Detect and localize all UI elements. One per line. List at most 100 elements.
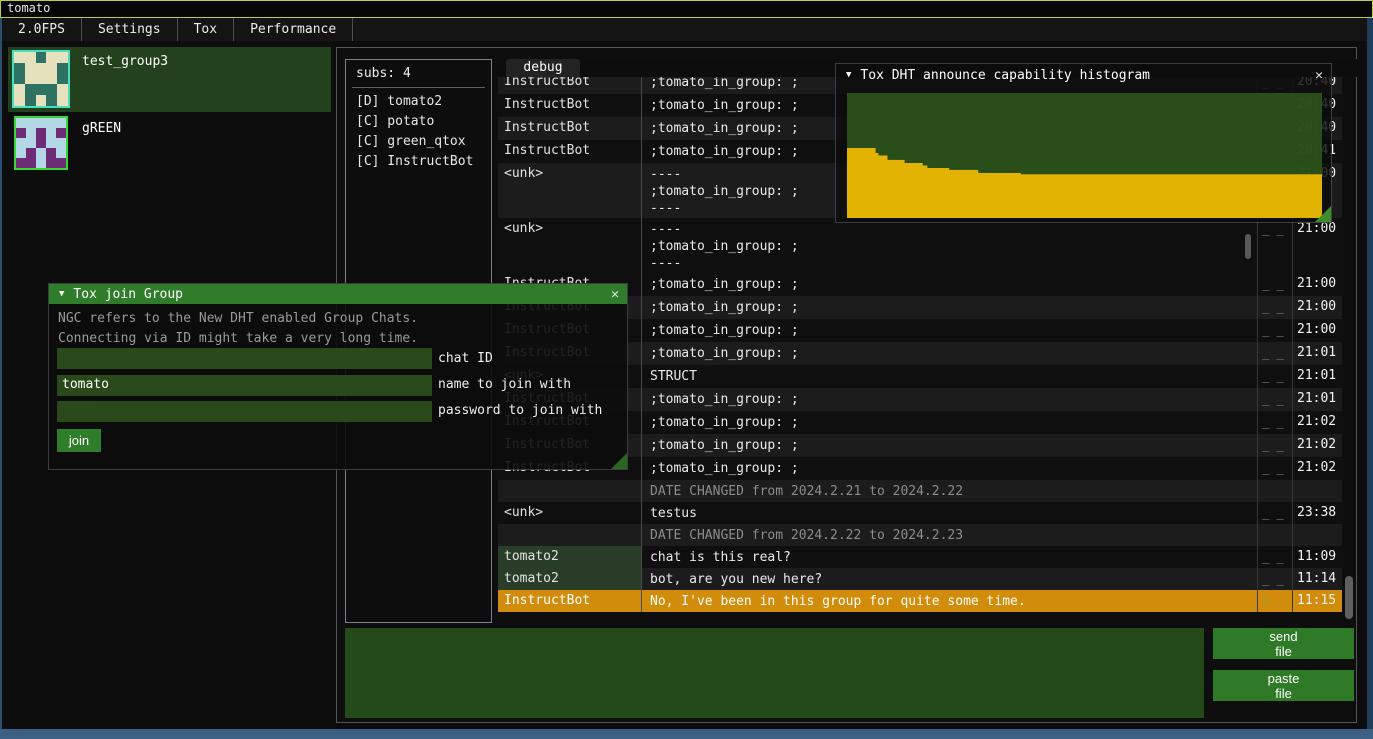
chat-id-field[interactable] [57,348,432,369]
group-avatar [12,50,70,108]
close-icon[interactable]: ✕ [611,287,619,302]
histogram-window-titlebar[interactable]: ▼ Tox DHT announce capability histogram … [836,64,1331,86]
message-text: DATE CHANGED from 2024.2.21 to 2024.2.22 [641,480,1257,502]
join-password-field[interactable] [57,401,432,422]
avatar-pixel [36,95,47,106]
avatar-pixel [46,74,57,85]
avatar-pixel [36,158,46,168]
avatar-pixel [25,74,36,85]
avatar-pixel [26,148,36,158]
subs-member[interactable]: [C] InstructBot [346,152,491,172]
menu-item-tox[interactable]: Tox [178,18,233,41]
avatar-pixel [14,74,25,85]
resize-grip-icon[interactable] [1315,206,1331,222]
message-text: STRUCT [641,365,1257,388]
avatar-pixel [36,84,47,95]
avatar-pixel [56,138,66,148]
avatar-pixel [16,128,26,138]
message-input[interactable] [345,628,1204,718]
message-status: _ _ [1257,502,1292,524]
message-text: ;tomato_in_group: ; [641,342,1257,365]
menu-item-performance[interactable]: Performance [234,18,352,41]
message-line: ;tomato_in_group: ; [650,238,1257,255]
collapse-arrow-icon[interactable]: ▼ [846,70,851,80]
close-icon[interactable]: ✕ [1315,68,1323,83]
avatar-pixel [46,158,56,168]
message-scrollbar-thumb[interactable] [1245,234,1251,259]
subs-member-list: [D] tomato2[C] potato[C] green_qtox[C] I… [346,92,491,172]
avatar-pixel [56,128,66,138]
collapse-arrow-icon[interactable]: ▼ [59,289,64,299]
resize-grip-icon[interactable] [611,453,627,469]
subs-member[interactable]: [C] green_qtox [346,132,491,152]
avatar-pixel [36,118,46,128]
join-window-titlebar[interactable]: ▼ Tox join Group ✕ [49,284,627,304]
avatar-pixel [46,118,56,128]
avatar-pixel [57,84,68,95]
menu-item-settings[interactable]: Settings [82,18,177,41]
histogram-plot-svg [847,93,1322,218]
avatar-pixel [36,138,46,148]
os-window-title: tomato [7,1,50,15]
message-time [1292,480,1342,502]
avatar-pixel [26,158,36,168]
message-time: 21:00 [1292,218,1342,273]
message-line: ;tomato_in_group: ; [650,345,1257,362]
message-time [1292,524,1342,546]
subs-member[interactable]: [D] tomato2 [346,92,491,112]
message-text: testus [641,502,1257,524]
chat-scrollbar-thumb[interactable] [1345,576,1353,619]
message-line: No, I've been in this group for quite so… [650,593,1257,610]
message-status: d _ [1257,590,1292,612]
message-sender: InstructBot [498,140,641,163]
join-name-field[interactable]: tomato [57,375,432,396]
tab-debug[interactable]: debug [506,59,580,77]
message-line: testus [650,505,1257,522]
avatar-pixel [16,158,26,168]
date-changed-row: DATE CHANGED from 2024.2.22 to 2024.2.23 [498,524,1342,546]
avatar-pixel [36,128,46,138]
group-item-test_group3[interactable]: test_group3 [8,47,331,112]
avatar-pixel [36,148,46,158]
message-text: ;tomato_in_group: ; [641,434,1257,457]
paste-file-button[interactable]: paste file [1213,670,1354,701]
message-sender: tomato2 [498,546,641,568]
date-changed-row: DATE CHANGED from 2024.2.21 to 2024.2.22 [498,480,1342,502]
message-status: _ _ [1257,434,1292,457]
os-titlebar: tomato [0,0,1373,18]
group-item-gREEN[interactable]: gREEN [8,114,331,170]
avatar-pixel [16,148,26,158]
send-file-button[interactable]: send file [1213,628,1354,659]
avatar-pixel [46,95,57,106]
join-group-window: ▼ Tox join Group ✕ NGC refers to the New… [48,283,628,470]
avatar-pixel [26,138,36,148]
app-window: tomato 2.0FPSSettingsToxPerformance test… [0,0,1373,739]
message-line: ;tomato_in_group: ; [650,437,1257,454]
message-time: 21:01 [1292,388,1342,411]
subs-member[interactable]: [C] potato [346,112,491,132]
menu-item-2.0fps[interactable]: 2.0FPS [2,18,81,41]
message-status [1257,524,1292,546]
join-password-label: password to join with [438,403,602,418]
message-line: bot, are you new here? [650,571,1257,588]
message-sender: InstructBot [498,117,641,140]
message-sender: tomato2 [498,568,641,590]
message-time: 21:01 [1292,365,1342,388]
message-line: STRUCT [650,368,1257,385]
message-sender: <unk> [498,218,641,273]
message-text: DATE CHANGED from 2024.2.22 to 2024.2.23 [641,524,1257,546]
message-text: ;tomato_in_group: ; [641,411,1257,434]
avatar-pixel [26,118,36,128]
avatar-pixel [14,63,25,74]
message-line: chat is this real? [650,549,1257,566]
join-button[interactable]: join [57,429,101,452]
message-status: _ _ [1257,273,1292,296]
subs-count-label: subs: 4 [346,60,491,81]
message-line: ;tomato_in_group: ; [650,391,1257,408]
message-status: _ _ [1257,411,1292,434]
avatar-pixel [46,63,57,74]
message-status: _ _ [1257,296,1292,319]
message-sender [498,480,641,502]
message-status: _ _ [1257,342,1292,365]
avatar-pixel [57,95,68,106]
